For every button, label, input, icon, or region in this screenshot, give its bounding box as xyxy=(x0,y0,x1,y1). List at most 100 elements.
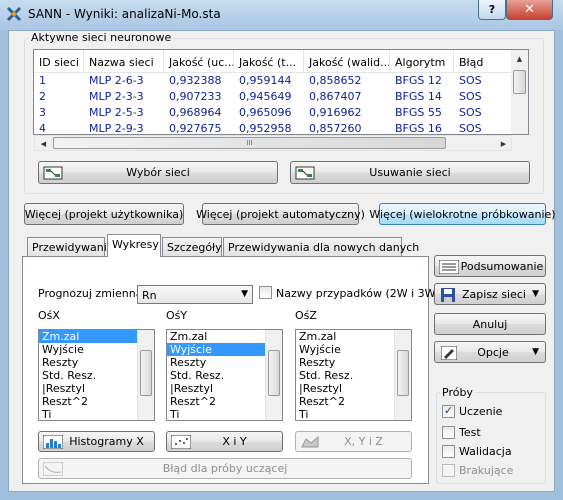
table-row[interactable]: 3 MLP 2-5-3 0,968964 0,965096 0,916962 B… xyxy=(34,105,528,121)
table-cell: 0,858652 xyxy=(309,74,362,87)
remove-network-label: Usuwanie sieci xyxy=(369,166,451,179)
save-icon xyxy=(441,288,455,302)
test-label: Test xyxy=(459,426,481,439)
table-cell: SOS xyxy=(459,106,482,119)
select-network-label: Wybór sieci xyxy=(126,166,190,179)
surface-plot-icon xyxy=(301,435,319,448)
column-header[interactable]: Jakość (t... xyxy=(234,50,304,72)
window-title: SANN - Wyniki: analizaNi-Mo.sta xyxy=(28,7,221,21)
scatter-icon xyxy=(171,435,191,449)
table-header: ID sieci Nazwa sieci Jakość (uc... Jakoś… xyxy=(34,50,528,73)
table-cell: 0,857260 xyxy=(309,122,362,135)
table-horizontal-scrollbar[interactable]: ◀ III ▶ xyxy=(34,135,512,151)
table-row[interactable]: 4 MLP 2-9-3 0,927675 0,952958 0,857260 B… xyxy=(34,121,528,135)
case-names-checkbox[interactable] xyxy=(259,286,272,299)
column-header[interactable]: Nazwa sieci xyxy=(84,50,164,72)
forecast-variable-select[interactable]: Rn ▼ xyxy=(137,285,253,304)
list-scrollbar[interactable] xyxy=(265,330,282,420)
more-multi-sampling-button[interactable]: Więcej (wielokrotne próbkowanie) xyxy=(369,203,556,225)
training-error-button[interactable]: Błąd dla próby uczącej xyxy=(38,458,412,479)
axis-z-list[interactable]: Zm.zal Wyjście Reszty Std. Resz. |Reszty… xyxy=(295,329,412,421)
table-cell: BFGS 16 xyxy=(395,122,442,135)
scroll-left-arrow-icon[interactable]: ◀ xyxy=(35,135,52,152)
more-auto-project-button[interactable]: Więcej (projekt automatyczny) xyxy=(196,203,365,225)
table-cell: 0,916962 xyxy=(309,106,362,119)
validation-label: Walidacja xyxy=(459,445,512,458)
options-button[interactable]: Opcje ▼ xyxy=(434,341,546,363)
case-names-label: Nazwy przypadków (2W i 3W) xyxy=(276,287,440,300)
title-bar: SANN - Wyniki: analizaNi-Mo.sta ? ✕ xyxy=(0,0,563,30)
table-cell: 0,965096 xyxy=(239,106,292,119)
missing-label: Brakujące xyxy=(459,464,514,477)
list-scrollbar[interactable] xyxy=(137,330,154,420)
tab-predictions[interactable]: Przewidywania xyxy=(27,237,114,256)
validation-checkbox[interactable] xyxy=(442,445,455,458)
table-cell: 0,959144 xyxy=(239,74,292,87)
options-icon xyxy=(441,346,457,360)
tab-new-data-predictions[interactable]: Przewidywania dla nowych danych xyxy=(223,237,419,256)
chevron-down-icon: ▼ xyxy=(241,289,248,299)
column-header[interactable]: Błąd xyxy=(454,50,512,72)
tab-details[interactable]: Szczegóły xyxy=(162,237,222,256)
summary-icon xyxy=(439,260,459,274)
forecast-label: Prognozuj zmienną: xyxy=(38,287,147,300)
help-button[interactable]: ? xyxy=(478,0,506,20)
table-cell: SOS xyxy=(459,74,482,87)
histograms-button[interactable]: Histogramy X xyxy=(38,431,155,452)
scroll-up-arrow-icon[interactable]: ▲ xyxy=(511,50,528,67)
options-label: Opcje xyxy=(477,345,509,359)
column-header[interactable]: Jakość (uc... xyxy=(164,50,234,72)
table-vertical-scrollbar[interactable]: ▲ xyxy=(511,50,528,134)
cancel-button[interactable]: Anuluj xyxy=(434,313,546,335)
xyz-plot-button[interactable]: X, Y i Z xyxy=(295,431,412,452)
column-header[interactable]: ID sieci xyxy=(34,50,84,72)
remove-network-button[interactable]: Usuwanie sieci xyxy=(290,161,530,184)
table-cell: BFGS 12 xyxy=(395,74,442,87)
axis-y-list[interactable]: Zm.zal Wyjście Reszty Std. Resz. |Reszty… xyxy=(166,329,283,421)
networks-table[interactable]: ID sieci Nazwa sieci Jakość (uc... Jakoś… xyxy=(33,49,529,135)
summary-label: Podsumowanie xyxy=(460,259,544,273)
column-header[interactable]: Jakość (walid... xyxy=(304,50,390,72)
missing-checkbox[interactable] xyxy=(442,464,455,477)
table-cell: 0,932388 xyxy=(169,74,222,87)
list-scrollbar[interactable] xyxy=(394,330,411,420)
summary-button[interactable]: Podsumowanie xyxy=(434,255,546,277)
table-cell: 1 xyxy=(39,74,46,87)
save-network-label: Zapisz sieci xyxy=(462,287,526,301)
training-error-label: Błąd dla próby uczącej xyxy=(162,462,288,475)
table-cell: MLP 2-9-3 xyxy=(89,122,144,135)
select-network-button[interactable]: Wybór sieci xyxy=(38,161,278,184)
table-cell: 0,945649 xyxy=(239,90,292,103)
table-cell: 0,907233 xyxy=(169,90,222,103)
chevron-down-icon: ▼ xyxy=(532,347,539,357)
scroll-thumb[interactable]: III xyxy=(53,137,446,149)
table-cell: SOS xyxy=(459,90,482,103)
tab-plots[interactable]: Wykresy xyxy=(107,234,161,257)
xyz-label: X, Y i Z xyxy=(344,435,383,448)
table-cell: MLP 2-5-3 xyxy=(89,106,144,119)
scroll-thumb[interactable] xyxy=(513,70,526,94)
save-network-button[interactable]: Zapisz sieci ▼ xyxy=(434,283,546,305)
table-cell: SOS xyxy=(459,122,482,135)
table-cell: MLP 2-6-3 xyxy=(89,74,144,87)
table-cell: BFGS 55 xyxy=(395,106,442,119)
scroll-right-arrow-icon[interactable]: ▶ xyxy=(495,135,512,152)
network-remove-icon xyxy=(295,166,315,180)
close-button[interactable]: ✕ xyxy=(506,0,553,20)
training-label: Uczenie xyxy=(459,405,503,418)
training-checkbox[interactable]: ✓ xyxy=(442,405,455,418)
table-cell: 0,952958 xyxy=(239,122,292,135)
table-row[interactable]: 2 MLP 2-3-3 0,907233 0,945649 0,867407 B… xyxy=(34,89,528,105)
test-checkbox[interactable] xyxy=(442,426,455,439)
axis-x-label: OśX xyxy=(38,309,60,322)
samples-group-title: Próby xyxy=(440,386,475,399)
axis-y-label: OśY xyxy=(166,309,188,322)
table-row[interactable]: 1 MLP 2-6-3 0,932388 0,959144 0,858652 B… xyxy=(34,73,528,89)
table-cell: 0,927675 xyxy=(169,122,222,135)
axis-x-list[interactable]: Zm.zal Wyjście Reszty Std. Resz. |Reszty… xyxy=(38,329,155,421)
xy-plot-button[interactable]: X i Y xyxy=(166,431,283,452)
column-header[interactable]: Algorytm xyxy=(390,50,454,72)
more-user-project-button[interactable]: Więcej (projekt użytkownika) xyxy=(24,203,184,225)
table-cell: 0,968964 xyxy=(169,106,222,119)
table-cell: MLP 2-3-3 xyxy=(89,90,144,103)
